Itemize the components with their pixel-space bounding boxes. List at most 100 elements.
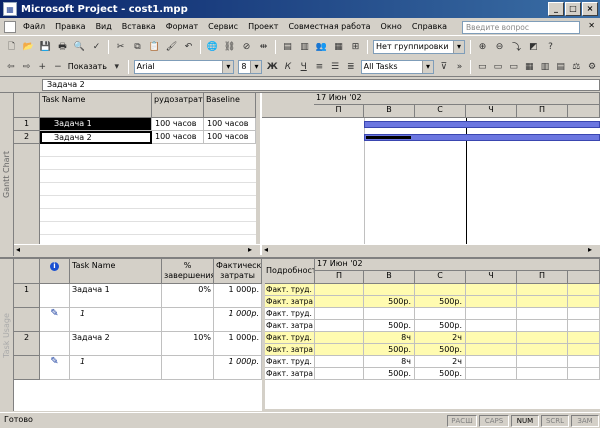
detail-value-cell[interactable]: 8ч [364,332,415,344]
format-painter-icon[interactable]: 🖌 [164,39,179,54]
entry-field[interactable]: Задача 2 [42,79,600,91]
detail-value-cell[interactable]: 500р. [415,320,466,332]
detail-value-cell[interactable] [315,332,364,344]
task-info-icon[interactable]: ▤ [280,39,295,54]
pct-complete-cell[interactable] [162,356,214,380]
row-id[interactable]: 2 [14,131,40,144]
table-hscrollbar[interactable]: ◂ ▸ [14,244,260,256]
scroll-right-icon[interactable]: ▸ [248,245,252,254]
pct-complete-cell[interactable]: 10% [162,332,214,356]
more-icon[interactable]: » [453,59,467,74]
grouping-select[interactable]: Нет группировки [373,39,465,54]
hyperlink-icon[interactable]: 🌐 [205,39,220,54]
document-icon[interactable] [4,20,16,33]
detail-value-cell[interactable] [315,344,364,356]
detail-value-cell[interactable]: 500р. [415,368,466,380]
detail-value-cell[interactable] [415,284,466,296]
view-gantt-icon[interactable]: ▭ [475,59,489,74]
detail-value-cell[interactable] [315,284,364,296]
detail-value-cell[interactable] [517,320,568,332]
detail-value-cell[interactable] [315,296,364,308]
chevron-down-icon[interactable]: ▾ [110,59,124,74]
detail-value-cell[interactable] [568,308,600,320]
spelling-icon[interactable]: ✓ [89,39,104,54]
select-all-corner[interactable] [14,259,40,284]
detail-value-cell[interactable] [517,308,568,320]
ask-close-icon[interactable]: ✕ [588,21,595,30]
row-id[interactable]: 1 [14,118,40,131]
work-cell[interactable]: 100 часов [152,131,204,144]
actual-cost-cell[interactable]: 1 000р. [214,308,262,332]
detail-value-cell[interactable] [315,320,364,332]
detail-value-cell[interactable] [315,368,364,380]
col-header-pct-complete[interactable]: % завершения [162,259,214,284]
underline-button[interactable]: Ч [297,59,311,74]
goto-task-icon[interactable]: ⤵ [509,39,524,54]
view-resource-icon[interactable]: ▤ [554,59,568,74]
chart-hscrollbar[interactable]: ◂ ▸ [262,244,600,256]
plus-icon[interactable]: + [35,59,49,74]
help-icon[interactable]: ? [543,39,558,54]
detail-value-cell[interactable] [466,332,517,344]
view-usage-icon[interactable]: ▭ [507,59,521,74]
detail-value-cell[interactable] [517,344,568,356]
detail-value-cell[interactable]: 500р. [364,320,415,332]
baseline-cell[interactable]: 100 часов [204,131,256,144]
col-header-work[interactable]: рудозатрат [152,93,204,118]
close-button[interactable]: × [582,2,598,16]
copy-picture-wizard-icon[interactable]: ◩ [526,39,541,54]
detail-value-cell[interactable] [466,368,517,380]
row-id[interactable]: 1 [14,284,40,308]
copy-icon[interactable]: ⧉ [130,39,145,54]
cut-icon[interactable]: ✂ [113,39,128,54]
detail-value-cell[interactable] [568,344,600,356]
menu-edit[interactable]: Правка [50,22,90,31]
autofilter-icon[interactable]: ⊽ [437,59,451,74]
scroll-right-icon[interactable]: ▸ [588,245,592,254]
undo-icon[interactable]: ↶ [181,39,196,54]
task-name-cell[interactable]: Задача 2 [40,131,152,144]
font-select[interactable]: Arial [133,59,235,74]
open-icon[interactable]: 📂 [21,39,36,54]
bold-button[interactable]: Ж [265,59,279,74]
pct-complete-cell[interactable] [162,308,214,332]
menu-window[interactable]: Окно [376,22,407,31]
new-icon[interactable]: 🗋 [4,39,19,54]
menu-collaborate[interactable]: Совместная работа [283,22,375,31]
col-header-actual-cost[interactable]: Фактические затраты [214,259,262,284]
detail-value-cell[interactable]: 2ч [415,356,466,368]
assign-resources-icon[interactable]: 👥 [314,39,329,54]
view-calendar-icon[interactable]: ▦ [522,59,536,74]
workgroup-icon[interactable]: ⚙ [585,59,599,74]
level-icon[interactable]: ⚖ [569,59,583,74]
actual-cost-cell[interactable]: 1 000р. [214,332,262,356]
font-size-select[interactable]: 8 [238,59,263,74]
menu-file[interactable]: Файл [18,22,50,31]
filter-select[interactable]: All Tasks [360,59,434,74]
detail-value-cell[interactable]: 500р. [364,344,415,356]
italic-button[interactable]: К [281,59,295,74]
menu-format[interactable]: Формат [161,22,203,31]
print-icon[interactable]: 🖶 [55,39,70,54]
work-cell[interactable]: 100 часов [152,118,204,131]
minimize-button[interactable]: _ [548,2,564,16]
detail-value-cell[interactable] [315,308,364,320]
menu-help[interactable]: Справка [407,22,452,31]
ask-question-input[interactable]: Введите вопрос [462,21,580,34]
detail-value-cell[interactable] [466,320,517,332]
detail-value-cell[interactable]: 500р. [415,296,466,308]
align-center-icon[interactable]: ☰ [328,59,342,74]
task-name-cell[interactable]: Задача 2 [70,332,162,356]
detail-value-cell[interactable] [415,308,466,320]
arrow-right-icon[interactable]: ⇨ [20,59,34,74]
minus-icon[interactable]: − [51,59,65,74]
unlink-tasks-icon[interactable]: ⊘ [239,39,254,54]
col-header-task-name[interactable]: Task Name [40,93,152,118]
detail-value-cell[interactable] [568,332,600,344]
view-tracking-icon[interactable]: ▭ [491,59,505,74]
detail-value-cell[interactable] [568,356,600,368]
row-id[interactable] [14,308,40,332]
detail-value-cell[interactable] [517,368,568,380]
col-header-details[interactable]: Подробности [265,259,315,284]
detail-value-cell[interactable] [466,284,517,296]
